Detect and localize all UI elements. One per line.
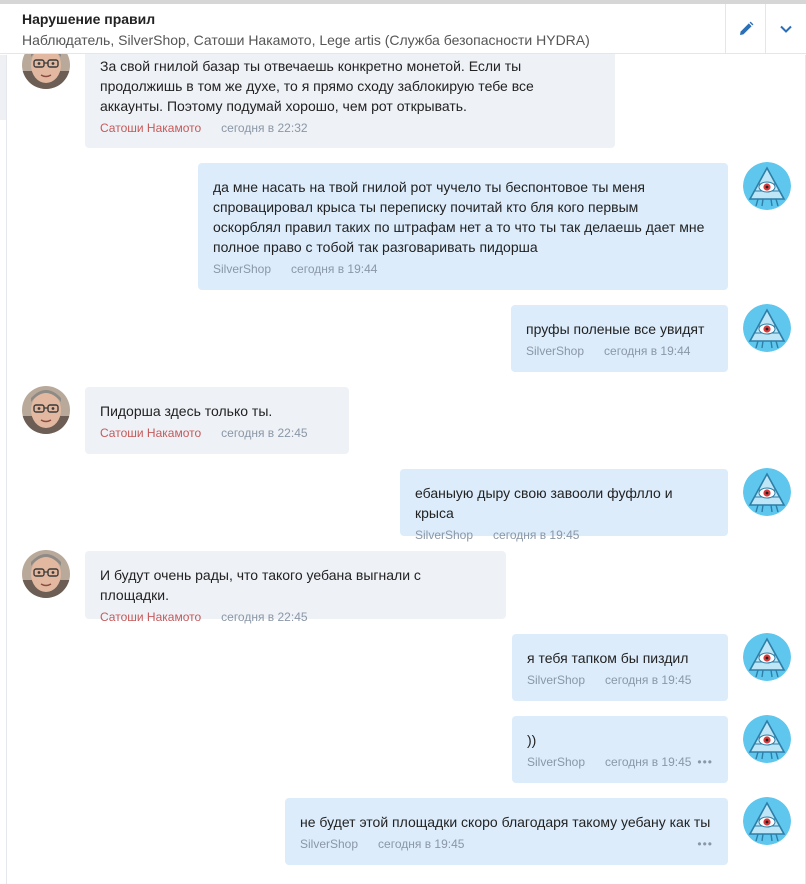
message-timestamp[interactable]: сегодня в 19:45 — [605, 755, 691, 769]
conversation-header: Нарушение правил Наблюдатель, SilverShop… — [0, 4, 806, 54]
avatar-satoshi[interactable] — [22, 550, 70, 598]
avatar-silvershop[interactable] — [743, 304, 791, 352]
message-text: ебаныую дыру свою завооли фуфлло и крыса — [415, 485, 673, 521]
message-author-link[interactable]: SilverShop — [527, 672, 585, 688]
conversation-title: Нарушение правил — [22, 11, 156, 27]
message-meta: Сатоши Накамото сегодня в 22:32 — [100, 120, 600, 136]
message-bubble: я тебя тапком бы пиздил SilverShop сегодня… — [512, 634, 728, 701]
edit-button[interactable] — [725, 4, 765, 54]
message-bubble: За свой гнилой базар ты отвечаешь конкре… — [85, 42, 615, 148]
message-meta: SilverShop сегодня в 19:45 ••• — [300, 836, 713, 852]
message-text: )) — [527, 732, 537, 748]
message-timestamp[interactable]: сегодня в 19:45 — [378, 837, 464, 851]
message-bubble: И будут очень рады, что такого уебана вы… — [85, 551, 506, 624]
message-meta: SilverShop сегодня в 19:45 ••• — [527, 754, 713, 770]
avatar-satoshi[interactable] — [22, 386, 70, 434]
avatar-silvershop[interactable] — [743, 633, 791, 681]
avatar-silvershop[interactable] — [743, 468, 791, 516]
chevron-down-icon — [779, 25, 792, 33]
message-meta: Сатоши Накамото сегодня в 22:45 — [100, 609, 491, 625]
message-author-link[interactable]: SilverShop — [415, 527, 473, 543]
message-meta: SilverShop сегодня в 19:45 — [527, 672, 713, 688]
message-text: И будут очень рады, что такого уебана вы… — [100, 567, 421, 603]
message-text: За свой гнилой базар ты отвечаешь конкре… — [100, 58, 534, 114]
message-meta: SilverShop сегодня в 19:44 — [213, 261, 713, 277]
conversation-menu-button[interactable] — [765, 4, 805, 54]
message-timestamp[interactable]: сегодня в 19:45 — [605, 673, 691, 687]
message-text: я тебя тапком бы пиздил — [527, 650, 689, 666]
message-bubble: не будет этой площадки скоро благодаря т… — [285, 798, 728, 865]
message-author-link[interactable]: SilverShop — [527, 754, 585, 770]
message-bubble: Пидорша здесь только ты. Сатоши Накамото с… — [85, 387, 349, 454]
message-author-link[interactable]: SilverShop — [300, 836, 358, 852]
message-timestamp[interactable]: сегодня в 22:45 — [221, 610, 307, 624]
message-meta: Сатоши Накамото сегодня в 22:45 — [100, 425, 334, 441]
message-text: да мне насать на твой гнилой рот чучело … — [213, 179, 705, 255]
message-bubble: да мне насать на твой гнилой рот чучело … — [198, 163, 728, 290]
message-more-icon[interactable]: ••• — [697, 754, 713, 770]
avatar-silvershop[interactable] — [743, 162, 791, 210]
message-timestamp[interactable]: сегодня в 19:45 — [493, 528, 579, 542]
message-timestamp[interactable]: сегодня в 22:45 — [221, 426, 307, 440]
message-timestamp[interactable]: сегодня в 19:44 — [604, 344, 690, 358]
message-author-link[interactable]: SilverShop — [213, 261, 271, 277]
message-meta: SilverShop сегодня в 19:45 — [415, 527, 713, 543]
left-divider — [6, 55, 7, 884]
pencil-icon — [739, 21, 753, 35]
message-timestamp[interactable]: сегодня в 19:44 — [291, 262, 377, 276]
message-author-link[interactable]: Сатоши Накамото — [100, 609, 201, 625]
avatar-silvershop[interactable] — [743, 797, 791, 845]
message-bubble: пруфы поленые все увидят SilverShop сегодн… — [511, 305, 728, 372]
message-text: не будет этой площадки скоро благодаря т… — [300, 814, 711, 830]
message-author-link[interactable]: Сатоши Накамото — [100, 425, 201, 441]
message-meta: SilverShop сегодня в 19:44 — [526, 343, 713, 359]
message-bubble: ебаныую дыру свою завооли фуфлло и крыса… — [400, 469, 728, 542]
message-more-icon[interactable]: ••• — [697, 836, 713, 852]
message-text: Пидорша здесь только ты. — [100, 403, 273, 419]
message-author-link[interactable]: SilverShop — [526, 343, 584, 359]
message-author-link[interactable]: Сатоши Накамото — [100, 120, 201, 136]
message-bubble: )) SilverShop сегодня в 19:45 ••• — [512, 716, 728, 783]
avatar-silvershop[interactable] — [743, 715, 791, 763]
message-timestamp[interactable]: сегодня в 22:32 — [221, 121, 307, 135]
message-text: пруфы поленые все увидят — [526, 321, 705, 337]
participants-list: Наблюдатель, SilverShop, Сатоши Накамото… — [22, 32, 590, 48]
